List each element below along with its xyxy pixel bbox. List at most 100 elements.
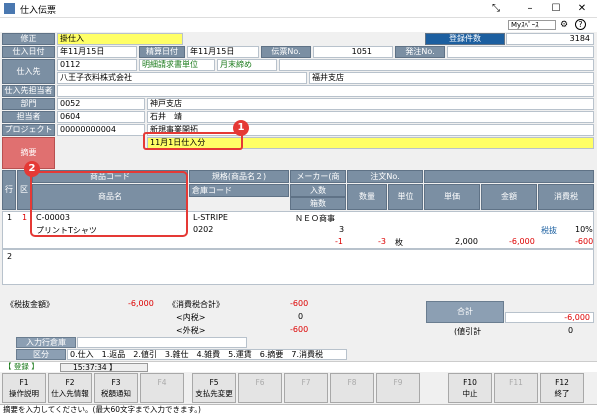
fkey-f10-button[interactable]: F10 中止 bbox=[448, 373, 492, 403]
fkey-number: F8 bbox=[347, 378, 357, 387]
fkey-f3-button[interactable]: F3 税額通知 bbox=[94, 373, 138, 403]
in-value: 0 bbox=[298, 312, 304, 321]
grid-h-orderno: 注文No. bbox=[347, 170, 423, 183]
fkey-number: F3 bbox=[111, 378, 121, 387]
hint-bar: 摘要を入力してください。(最大60文字まで入力できます。) bbox=[0, 404, 597, 415]
fkey-f12-button[interactable]: F12 終了 bbox=[540, 373, 584, 403]
sum-label: 合計 bbox=[426, 301, 504, 323]
grid-h-spec: 規格(商品名２) bbox=[189, 170, 289, 183]
branch-name: 福井支店 bbox=[309, 72, 594, 84]
myspace-button[interactable]: Myｽﾍﾟｰｽ bbox=[508, 20, 556, 30]
close-button[interactable]: ✕ bbox=[571, 1, 593, 16]
row-no: 1 bbox=[7, 213, 13, 222]
grid-h-tax: 消費税 bbox=[538, 184, 594, 210]
callout-badge-1: 1 bbox=[233, 120, 249, 136]
grid-h-amt: 金額 bbox=[481, 184, 537, 210]
row-amt: -6,000 bbox=[509, 237, 535, 246]
count-label: 登録件数 bbox=[425, 33, 505, 45]
status-time: 15:37:34 】 bbox=[60, 363, 148, 372]
fkey-f2-button[interactable]: F2 仕入先情報 bbox=[48, 373, 92, 403]
grid-h-unit: 単位 bbox=[388, 184, 423, 210]
grid-h-row: 行 bbox=[2, 170, 16, 210]
supplier-extra bbox=[279, 59, 594, 71]
fkey-number: F1 bbox=[19, 378, 29, 387]
window-title: 仕入伝票 bbox=[20, 6, 57, 16]
row-price: 2,000 bbox=[455, 237, 478, 246]
closing-label: 月末締め bbox=[217, 59, 277, 71]
fkey-f5-button[interactable]: F5 支払先変更 bbox=[192, 373, 236, 403]
fkey-f1-button[interactable]: F1 操作説明 bbox=[2, 373, 46, 403]
charge-code[interactable]: 0604 bbox=[57, 111, 145, 123]
row-box: -1 bbox=[335, 237, 343, 246]
staff-field[interactable] bbox=[57, 85, 594, 97]
callout-badge-2: 2 bbox=[24, 161, 40, 177]
in-label: <内税> bbox=[176, 313, 206, 322]
row-qty: -3 bbox=[378, 237, 386, 246]
fkey-number: F11 bbox=[509, 378, 523, 387]
mode-label: 修正 bbox=[2, 33, 55, 45]
fkey-number: F7 bbox=[301, 378, 311, 387]
order-field[interactable] bbox=[447, 46, 594, 58]
help-icon[interactable]: ? bbox=[575, 19, 586, 30]
gear-icon[interactable]: ⚙ bbox=[560, 20, 568, 30]
row-tax: -600 bbox=[575, 237, 594, 246]
kbn-list: 0.仕入 1.返品 2.値引 3.雑仕 4.雑費 5.運賃 6.摘要 7.消費税 bbox=[67, 349, 347, 360]
status-mode: 【 登録 】 bbox=[4, 362, 39, 371]
fkey-f11-button[interactable]: F11 bbox=[494, 373, 538, 403]
kind-select[interactable]: 掛仕入 bbox=[57, 33, 183, 45]
supplier-label: 仕入先 bbox=[2, 59, 55, 84]
fkey-f7-button[interactable]: F7 bbox=[284, 373, 328, 403]
fkey-label: 中止 bbox=[462, 389, 478, 398]
grid-h-price: 単価 bbox=[424, 184, 480, 210]
fkey-f8-button[interactable]: F8 bbox=[330, 373, 374, 403]
fkey-number: F2 bbox=[65, 378, 75, 387]
fkey-label: 支払先変更 bbox=[195, 389, 233, 398]
settle-label: 精算日付 bbox=[139, 46, 185, 58]
dept-label: 部門 bbox=[2, 98, 55, 110]
date-field[interactable]: 年11月15日 bbox=[57, 46, 137, 58]
excl-value: -6,000 bbox=[128, 299, 154, 308]
fkey-number: F9 bbox=[393, 378, 403, 387]
row-rate: 10% bbox=[575, 225, 593, 234]
status-bar: 【 登録 】 15:37:34 】 bbox=[0, 361, 597, 372]
supplier-code[interactable]: 0112 bbox=[57, 59, 137, 71]
dept-name: 神戸支店 bbox=[147, 98, 594, 110]
resize-arrows-icon[interactable]: ⤡ bbox=[485, 1, 507, 16]
maximize-button[interactable]: ☐ bbox=[545, 1, 567, 16]
fkey-number: F4 bbox=[157, 378, 167, 387]
title-bar: 仕入伝票 ⤡ – ☐ ✕ bbox=[0, 0, 597, 18]
fkey-f9-button[interactable]: F9 bbox=[376, 373, 420, 403]
grid-h-maker: メーカー(商 bbox=[290, 170, 346, 183]
project-code[interactable]: 00000000004 bbox=[57, 124, 145, 136]
row-whcode: 0202 bbox=[193, 225, 214, 234]
memo-highlight bbox=[143, 132, 243, 150]
fkey-label: 終了 bbox=[554, 389, 570, 398]
table-row[interactable]: 2 bbox=[2, 249, 594, 285]
fkey-number: F5 bbox=[209, 378, 219, 387]
fkey-number: F6 bbox=[255, 378, 265, 387]
tool-bar: Myｽﾍﾟｰｽ ⚙ ? bbox=[0, 18, 597, 32]
row-maker: ＮＥＯ商事 bbox=[295, 214, 335, 223]
slip-field[interactable]: 1051 bbox=[313, 46, 393, 58]
minimize-button[interactable]: – bbox=[519, 1, 541, 16]
project-label: プロジェクト bbox=[2, 124, 55, 136]
grid-h-qty: 数量 bbox=[347, 184, 387, 210]
grid-h-blank bbox=[424, 170, 594, 183]
unit-label: 明細請求書単位 bbox=[139, 59, 215, 71]
tax-value: -600 bbox=[290, 299, 309, 308]
row-taxkind: 税抜 bbox=[541, 226, 557, 235]
date-label: 仕入日付 bbox=[2, 46, 55, 58]
excl-label: 《税抜金額》 bbox=[6, 300, 54, 309]
fkey-f6-button[interactable]: F6 bbox=[238, 373, 282, 403]
fkey-number: F10 bbox=[463, 378, 477, 387]
settle-field[interactable]: 年11月15日 bbox=[187, 46, 259, 58]
app-icon bbox=[4, 3, 15, 14]
out-label: <外税> bbox=[176, 326, 206, 335]
credit-value: 0 bbox=[568, 326, 574, 335]
wh-field[interactable] bbox=[77, 337, 247, 348]
count-value: 3184 bbox=[506, 33, 594, 45]
tax-label: 《消費税合計》 bbox=[168, 300, 224, 309]
fkey-f4-button[interactable]: F4 bbox=[140, 373, 184, 403]
row-kbn: 1 bbox=[22, 213, 28, 222]
dept-code[interactable]: 0052 bbox=[57, 98, 145, 110]
